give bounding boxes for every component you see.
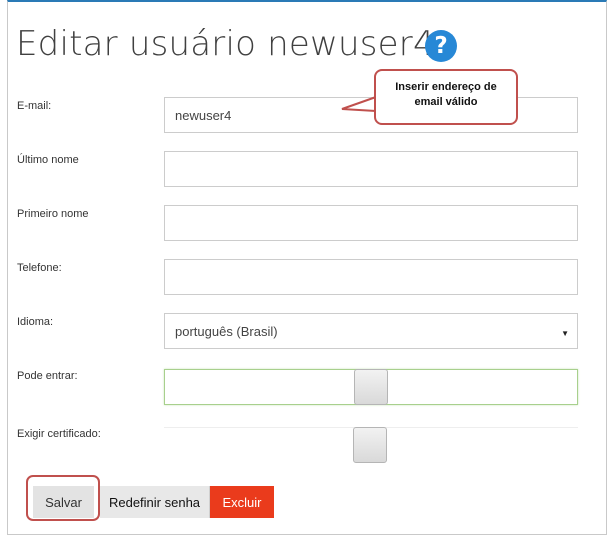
save-button[interactable]: Salvar — [33, 486, 94, 518]
last-name-field[interactable] — [164, 151, 578, 187]
can-login-label: Pode entrar: — [17, 370, 78, 382]
first-name-label: Primeiro nome — [17, 208, 89, 220]
can-login-toggle-knob[interactable] — [354, 369, 388, 405]
language-value: português (Brasil) — [175, 324, 278, 339]
phone-field[interactable] — [164, 259, 578, 295]
language-select[interactable]: português (Brasil) ▼ — [164, 313, 578, 349]
question-circle-icon[interactable]: ? — [425, 30, 457, 62]
reset-password-button[interactable]: Redefinir senha — [100, 486, 210, 518]
caret-down-icon: ▼ — [561, 329, 569, 338]
email-callout: Inserir endereço de email válido — [374, 69, 518, 125]
require-certificate-label: Exigir certificado: — [17, 428, 101, 440]
can-login-toggle[interactable] — [164, 369, 578, 405]
page-title: Editar usuário newuser4: — [16, 24, 447, 64]
phone-label: Telefone: — [17, 262, 62, 274]
email-label: E-mail: — [17, 100, 52, 112]
delete-button[interactable]: Excluir — [210, 486, 274, 518]
callout-line-2: email válido — [414, 96, 478, 108]
last-name-label: Último nome — [17, 154, 79, 166]
email-value: newuser4 — [175, 108, 232, 123]
require-certificate-toggle[interactable] — [164, 427, 578, 463]
require-certificate-toggle-knob[interactable] — [353, 427, 387, 463]
first-name-field[interactable] — [164, 205, 578, 241]
language-label: Idioma: — [17, 316, 54, 328]
callout-line-1: Inserir endereço de — [395, 81, 497, 93]
